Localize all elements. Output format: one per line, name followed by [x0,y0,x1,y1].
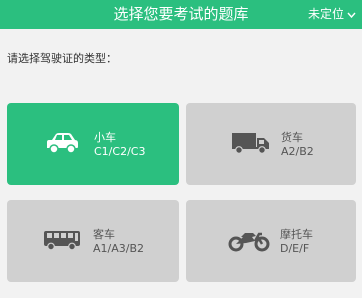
card-bus-name: 客车 [93,228,115,241]
card-truck[interactable]: 货车 A2/B2 [186,103,356,185]
chevron-down-icon [347,12,356,18]
bus-icon [44,231,80,251]
card-car-types: C1/C2/C3 [94,145,146,158]
truck-icon [232,133,269,154]
card-motorcycle-name: 摩托车 [280,228,313,241]
card-car[interactable]: 小车 C1/C2/C3 [7,103,179,185]
license-type-prompt: 请选择驾驶证的类型： [7,52,117,65]
card-motorcycle-types: D/E/F [280,242,310,255]
card-bus-types: A1/A3/B2 [93,242,145,255]
car-icon [47,133,78,154]
motorcycle-icon [228,232,270,252]
location-label: 未定位 [307,7,344,21]
app-header: 选择您要考试的题库 未定位 [0,0,362,29]
card-motorcycle[interactable]: 摩托车 D/E/F [186,200,356,282]
card-car-name: 小车 [94,131,116,144]
location-selector[interactable]: 未定位 [308,0,356,29]
card-truck-name: 货车 [281,131,303,144]
card-truck-types: A2/B2 [281,145,314,158]
card-bus[interactable]: 客车 A1/A3/B2 [7,200,179,282]
